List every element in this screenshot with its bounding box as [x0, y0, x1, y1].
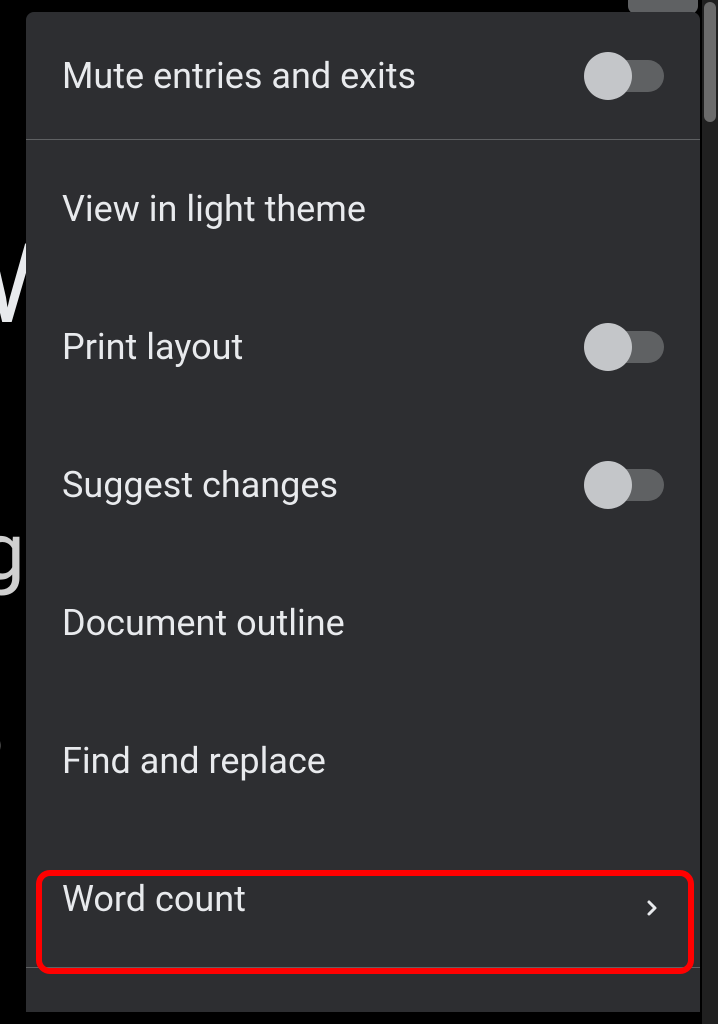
- menu-label-mute: Mute entries and exits: [62, 55, 586, 97]
- menu-item-print-layout[interactable]: Print layout: [26, 278, 700, 416]
- menu-label-suggest-changes: Suggest changes: [62, 464, 586, 506]
- menu-item-mute-entries[interactable]: Mute entries and exits: [26, 12, 700, 140]
- toggle-suggest-changes[interactable]: [586, 469, 664, 501]
- menu-label-word-count: Word count: [62, 878, 640, 920]
- toggle-knob: [584, 323, 632, 371]
- menu-item-suggest-changes[interactable]: Suggest changes: [26, 416, 700, 554]
- menu-label-print-layout: Print layout: [62, 326, 586, 368]
- menu-item-light-theme[interactable]: View in light theme: [26, 140, 700, 278]
- scrollbar[interactable]: [702, 0, 718, 1024]
- menu-item-find-replace[interactable]: Find and replace: [26, 692, 700, 830]
- menu-label-light-theme: View in light theme: [62, 188, 664, 230]
- toggle-mute-entries[interactable]: [586, 60, 664, 92]
- menu-item-word-count[interactable]: Word count: [26, 830, 700, 968]
- toggle-knob: [584, 52, 632, 100]
- scrollbar-thumb[interactable]: [704, 2, 716, 122]
- menu-label-document-outline: Document outline: [62, 602, 664, 644]
- chevron-right-icon: [640, 887, 664, 911]
- toggle-print-layout[interactable]: [586, 331, 664, 363]
- options-menu-panel: Mute entries and exits View in light the…: [26, 12, 700, 1012]
- toggle-knob: [584, 461, 632, 509]
- menu-item-document-outline[interactable]: Document outline: [26, 554, 700, 692]
- menu-label-find-replace: Find and replace: [62, 740, 664, 782]
